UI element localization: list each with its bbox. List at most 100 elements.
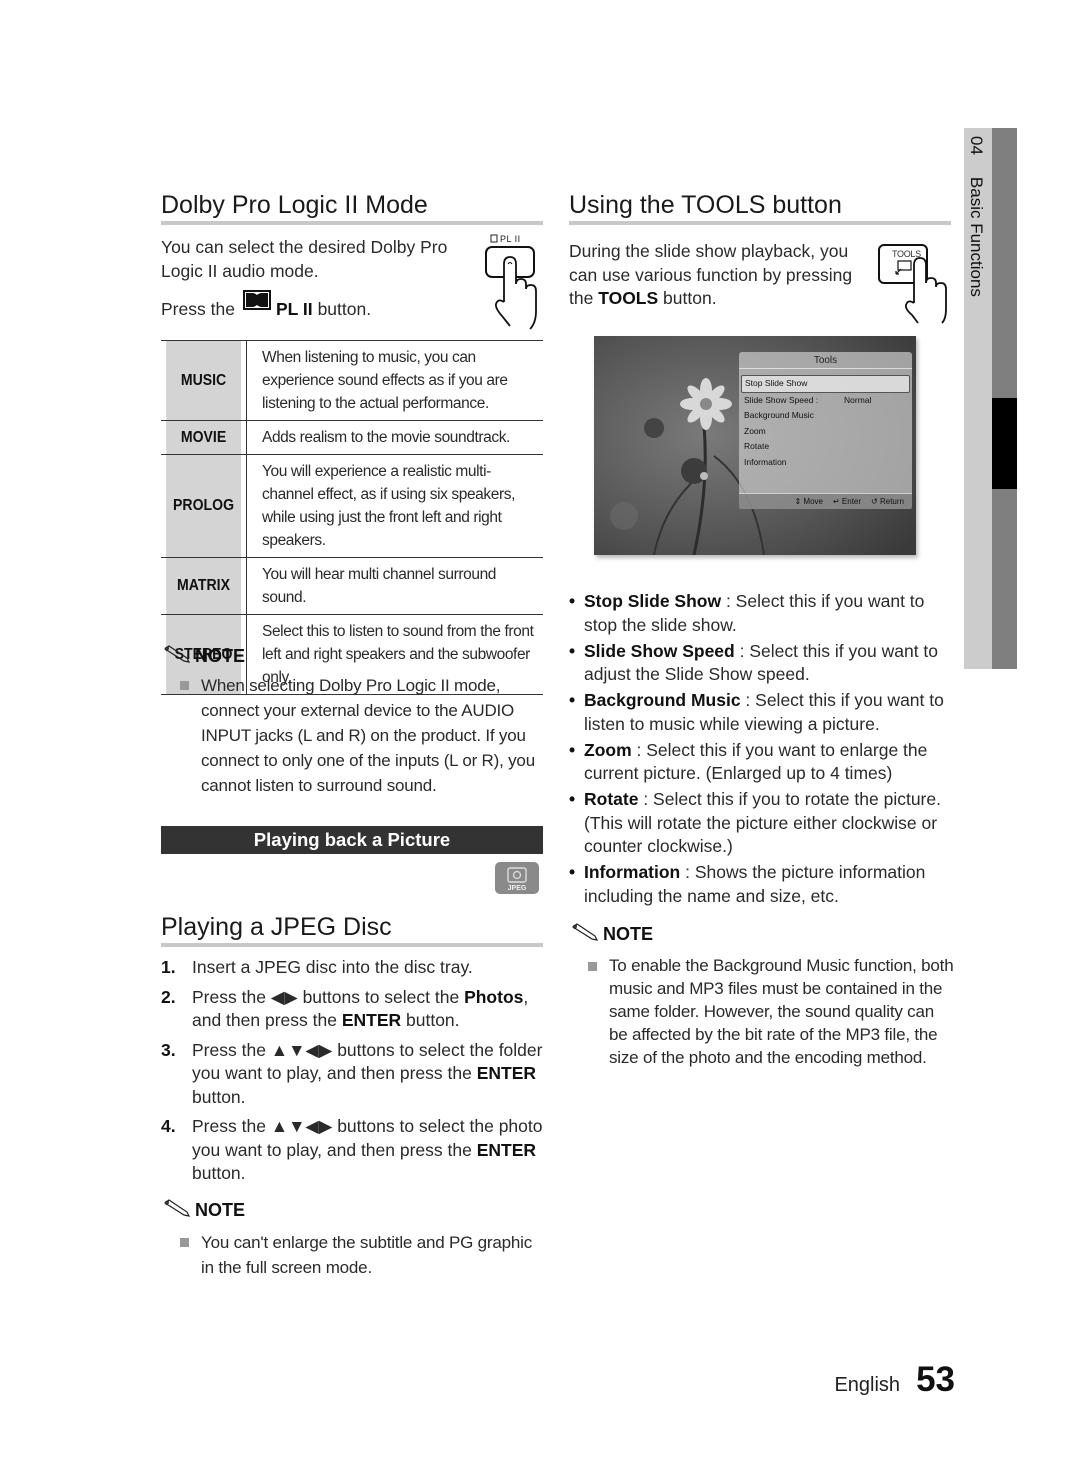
step-text-part: Press the ◀▶ buttons to select the (192, 986, 465, 1007)
note-item: You can't enlarge the subtitle and PG gr… (163, 1230, 543, 1280)
jpeg-badge-icon: JPEG (495, 862, 539, 894)
footer-return-label: Return (879, 497, 904, 506)
tools-menu-item[interactable]: Zoom (739, 424, 912, 440)
step-item: 2. Press the ◀▶ buttons to select the Pho… (161, 986, 546, 1033)
bullet-icon: • (569, 739, 576, 760)
tools-intro-bold: TOOLS (598, 288, 659, 308)
jpeg-section: Playing a JPEG Disc (161, 912, 543, 947)
step-text: Press the ◀▶ buttons to select the Photo… (192, 986, 546, 1033)
tools-menu-item[interactable]: Rotate (739, 439, 912, 455)
list-item: • Information : Shows the picture informa… (569, 861, 954, 908)
dolby-press-line: Press the PL II button. (161, 290, 481, 323)
pencil-icon (571, 923, 599, 946)
step-text-part: button. (401, 1010, 460, 1030)
press-suffix: button. (317, 298, 372, 319)
step-number: 2. (161, 986, 176, 1007)
dolby-section: Dolby Pro Logic II Mode (161, 190, 543, 225)
note-heading: NOTE (163, 1199, 543, 1222)
bullet-term: Zoom (584, 739, 632, 760)
tools-menu-item[interactable]: Background Music (739, 408, 912, 424)
tools-menu-item[interactable]: Slide Show Speed : Normal (739, 393, 912, 409)
press-prefix: Press the (161, 298, 235, 319)
updown-arrow-icon: ⇕ (794, 497, 802, 506)
footer-enter-label: Enter (841, 497, 862, 506)
bullet-text: Stop Slide Show : Select this if you wan… (584, 590, 954, 637)
tools-title-rule (569, 221, 951, 225)
tools-section: Using the TOOLS button (569, 190, 951, 225)
bullet-term: Rotate (584, 789, 639, 809)
note-text: To enable the Background Music function,… (609, 956, 954, 1067)
bullet-term: Slide Show Speed (584, 640, 735, 661)
step-text-part: Insert a JPEG disc into the disc tray. (192, 957, 473, 977)
tools-menu-item-label: Zoom (744, 425, 766, 436)
tools-menu-item-label: Information (744, 456, 787, 467)
bullet-icon: • (569, 690, 576, 710)
tools-menu-item[interactable]: Stop Slide Show (741, 375, 910, 393)
dolby-title-rule (161, 221, 543, 225)
dolby-modes-table: MUSIC When listening to music, you can e… (161, 340, 543, 695)
pencil-icon (163, 1199, 191, 1222)
chapter-number: 04 (967, 136, 986, 155)
bullet-term: Stop Slide Show (584, 591, 722, 611)
enter-icon: ↵ (832, 497, 840, 506)
bullet-term: Background Music (584, 690, 741, 710)
note-item: To enable the Background Music function,… (571, 954, 956, 1069)
bullet-term: Information (584, 862, 681, 882)
tools-menu-footer: ⇕ Move ↵ Enter ↺ Return (739, 493, 912, 509)
footer-move-label: Move (803, 497, 823, 506)
step-text-bold: ENTER (476, 1063, 537, 1083)
mode-name: MOVIE (166, 420, 242, 455)
chapter-position-marker (992, 398, 1017, 489)
jpeg-note: NOTE You can't enlarge the subtitle and … (163, 1199, 543, 1280)
tools-title: Using the TOOLS button (569, 191, 842, 219)
pl2-remote-button-icon: PL II (480, 232, 550, 332)
tools-menu-item-label: Stop Slide Show (745, 378, 808, 388)
tools-note: NOTE To enable the Background Music func… (571, 923, 956, 1069)
mode-desc: You will hear multi channel surround sou… (246, 557, 543, 615)
mode-name: MATRIX (166, 557, 242, 615)
dolby-logo-icon (242, 290, 271, 317)
page-number: 53 (916, 1360, 955, 1399)
table-row: MATRIX You will hear multi channel surro… (161, 557, 543, 615)
tools-screen-image: Tools Stop Slide Show Slide Show Speed : N… (594, 336, 916, 555)
note-text: You can't enlarge the subtitle and PG gr… (201, 1233, 533, 1277)
jpeg-title: Playing a JPEG Disc (161, 913, 392, 941)
square-bullet-icon (588, 962, 597, 971)
section-bar-playing-back-picture: Playing back a Picture (161, 826, 543, 854)
footer-enter: ↵ Enter (833, 497, 861, 506)
square-bullet-icon (180, 681, 189, 690)
step-text: Insert a JPEG disc into the disc tray. (192, 956, 473, 980)
list-item: • Stop Slide Show : Select this if you wa… (569, 590, 954, 637)
bullet-desc: : Select this if you to rotate the pictu… (584, 789, 941, 856)
tools-intro-end: button. (658, 288, 717, 308)
table-row: MUSIC When listening to music, you can e… (161, 340, 543, 421)
table-row: PROLOG You will experience a realistic m… (161, 454, 543, 558)
tools-menu-item[interactable]: Information (739, 455, 912, 471)
tools-menu-item-label: Background Music (744, 410, 814, 420)
mode-desc: Adds realism to the movie soundtrack. (246, 420, 543, 455)
tools-intro: During the slide show playback, you can … (569, 240, 859, 311)
tools-menu-item-label: Slide Show Speed : (744, 394, 819, 405)
jpeg-title-rule (161, 943, 543, 947)
list-item: • Slide Show Speed : Select this if you w… (569, 640, 954, 687)
bullet-text: Information : Shows the picture informat… (584, 861, 954, 908)
bullet-icon: • (569, 640, 576, 661)
step-number: 1. (161, 957, 176, 977)
mode-desc: When listening to music, you can experie… (246, 340, 543, 421)
tools-menu-item-value: Normal (844, 394, 872, 405)
square-bullet-icon (180, 1238, 189, 1247)
bullet-text: Zoom : Select this if you want to enlarg… (584, 739, 954, 786)
tools-menu-item-label: Rotate (744, 441, 770, 451)
step-text: Press the ▲▼◀▶ buttons to select the pho… (192, 1115, 546, 1186)
bullet-icon: • (569, 789, 576, 809)
mode-desc: You will experience a realistic multi-ch… (246, 454, 543, 558)
chapter-label: 04 Basic Functions (966, 136, 986, 297)
bullet-text: Rotate : Select this if you to rotate th… (584, 788, 954, 859)
step-item: 4. Press the ▲▼◀▶ buttons to select the p… (161, 1115, 546, 1186)
step-number: 4. (161, 1116, 176, 1136)
bullet-text: Slide Show Speed : Select this if you wa… (584, 640, 954, 687)
list-item: • Zoom : Select this if you want to enlar… (569, 739, 954, 786)
step-text-part: button. (192, 1163, 246, 1183)
chapter-title: Basic Functions (967, 176, 986, 297)
press-button-label: PL II (275, 298, 313, 319)
